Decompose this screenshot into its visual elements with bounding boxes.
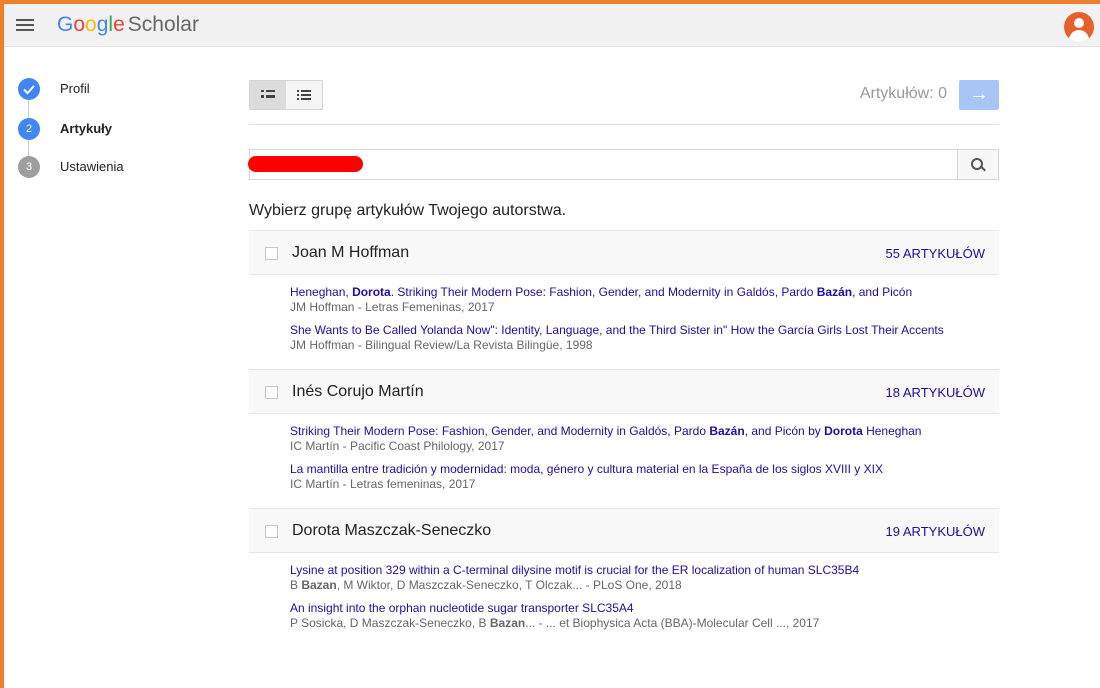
article-item: She Wants to Be Called Yolanda Now": Ide…: [290, 323, 990, 352]
compact-view-button[interactable]: [286, 81, 322, 109]
article-meta: P Sosicka, D Maszczak-Seneczko, B Bazan.…: [290, 616, 820, 630]
article-list: Lysine at position 329 within a C-termin…: [249, 553, 999, 647]
author-group-header[interactable]: Dorota Maszczak-Seneczko 19 artykułów: [249, 508, 999, 553]
article-meta: IC Martín - Pacific Coast Philology, 201…: [290, 439, 505, 453]
list-compact-icon: [297, 90, 311, 100]
google-scholar-logo[interactable]: Google Scholar: [57, 13, 199, 37]
author-group-header[interactable]: Inés Corujo Martín 18 artykułów: [249, 369, 999, 414]
step-artykuly[interactable]: 2 Artykuły: [18, 118, 198, 142]
account-avatar-icon[interactable]: [1064, 12, 1094, 42]
step-number: 2: [18, 118, 40, 140]
article-title-link[interactable]: She Wants to Be Called Yolanda Now": Ide…: [290, 323, 990, 338]
article-title-link[interactable]: Lysine at position 329 within a C-termin…: [290, 563, 990, 578]
checkmark-icon: [18, 78, 40, 100]
author-name: Inés Corujo Martín: [292, 383, 424, 400]
article-list: Striking Their Modern Pose: Fashion, Gen…: [249, 414, 999, 508]
article-title-link[interactable]: Striking Their Modern Pose: Fashion, Gen…: [290, 424, 990, 439]
group-checkbox[interactable]: [265, 247, 278, 260]
article-meta: JM Hoffman - Bilingual Review/La Revista…: [290, 338, 593, 352]
search-button[interactable]: [957, 150, 998, 179]
article-item: La mantilla entre tradición y modernidad…: [290, 462, 990, 491]
divider: [249, 124, 999, 125]
list-detailed-icon: [261, 90, 275, 100]
step-label: Artykuły: [60, 121, 113, 136]
article-item: Lysine at position 329 within a C-termin…: [290, 563, 990, 592]
author-name: Joan M Hoffman: [292, 244, 410, 261]
window-frame-left: [0, 0, 4, 688]
article-title-link[interactable]: An insight into the orphan nucleotide su…: [290, 601, 990, 616]
article-count-link[interactable]: 19 artykułów: [886, 524, 985, 539]
step-label: Profil: [60, 81, 90, 96]
article-counter: Artykułów: 0: [859, 85, 947, 102]
instruction-text: Wybierz grupę artykułów Twojego autorstw…: [249, 202, 567, 219]
next-button[interactable]: →: [959, 80, 999, 110]
app-bar: Google Scholar: [4, 4, 1100, 47]
author-group-header[interactable]: Joan M Hoffman 55 artykułów: [249, 230, 999, 275]
article-item: Heneghan, Dorota. Striking Their Modern …: [290, 285, 990, 314]
article-item: An insight into the orphan nucleotide su…: [290, 601, 990, 630]
article-meta: IC Martín - Letras femeninas, 2017: [290, 477, 476, 491]
group-checkbox[interactable]: [265, 525, 278, 538]
arrow-right-icon: →: [969, 83, 989, 105]
step-number: 3: [18, 156, 40, 178]
article-meta: JM Hoffman - Letras Femeninas, 2017: [290, 300, 495, 314]
step-label: Ustawienia: [60, 159, 124, 174]
view-toggle: [249, 80, 323, 110]
author-groups-list: Joan M Hoffman 55 artykułów Heneghan, Doro…: [249, 230, 999, 647]
article-count-link[interactable]: 18 artykułów: [886, 385, 985, 400]
hamburger-menu-icon[interactable]: [16, 19, 34, 32]
step-profil[interactable]: Profil: [18, 78, 198, 102]
author-name: Dorota Maszczak-Seneczko: [292, 522, 492, 539]
article-meta: B Bazan, M Wiktor, D Maszczak-Seneczko, …: [290, 578, 682, 592]
article-title-link[interactable]: La mantilla entre tradición y modernidad…: [290, 462, 990, 477]
step-connector: [28, 100, 29, 118]
step-ustawienia[interactable]: 3 Ustawienia: [18, 156, 198, 180]
article-count-link[interactable]: 55 artykułów: [886, 246, 985, 261]
article-item: Striking Their Modern Pose: Fashion, Gen…: [290, 424, 990, 453]
detailed-view-button[interactable]: [250, 81, 286, 109]
redaction-mark: [248, 156, 363, 172]
article-list: Heneghan, Dorota. Striking Their Modern …: [249, 275, 999, 369]
article-title-link[interactable]: Heneghan, Dorota. Striking Their Modern …: [290, 285, 990, 300]
group-checkbox[interactable]: [265, 386, 278, 399]
author-search-box: [248, 149, 999, 180]
